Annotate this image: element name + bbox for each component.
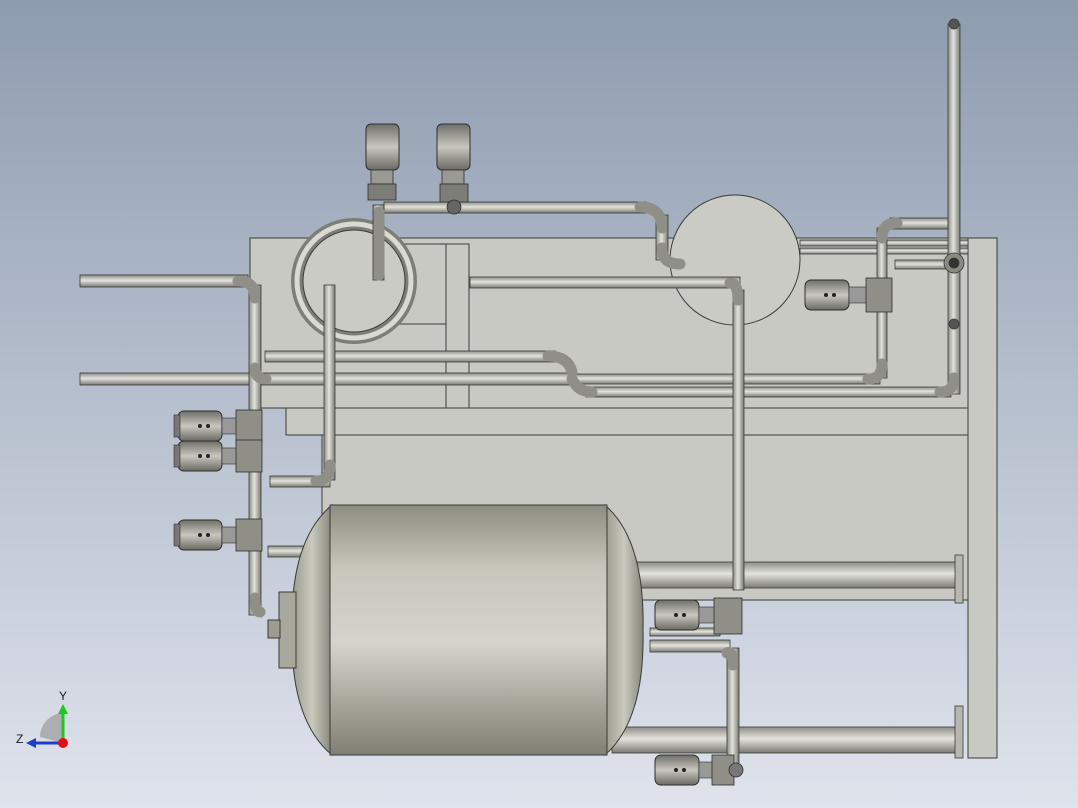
actuator-valve-top-right [436,123,471,215]
middle-beam [285,407,998,436]
valve-right-upper [804,277,893,313]
valve-bottom [654,754,744,786]
assembly-drawing: Y Z [16,18,998,786]
z-axis-label: Z [16,732,23,746]
right-frame-post [967,237,998,759]
z-axis-arrow [26,738,36,748]
y-axis-arrow [58,704,68,714]
coil-ring [291,218,417,344]
valve-left-2 [173,439,263,473]
valve-left-3 [173,518,263,552]
coordinate-triad-icon: Y Z [16,689,68,748]
y-axis-label: Y [59,689,67,703]
pressure-tank [267,503,644,757]
valve-left-1 [173,409,263,443]
actuator-valve-top-left [365,123,400,201]
x-axis-dot [58,738,68,748]
cad-viewport[interactable]: Y Z [0,0,1078,808]
